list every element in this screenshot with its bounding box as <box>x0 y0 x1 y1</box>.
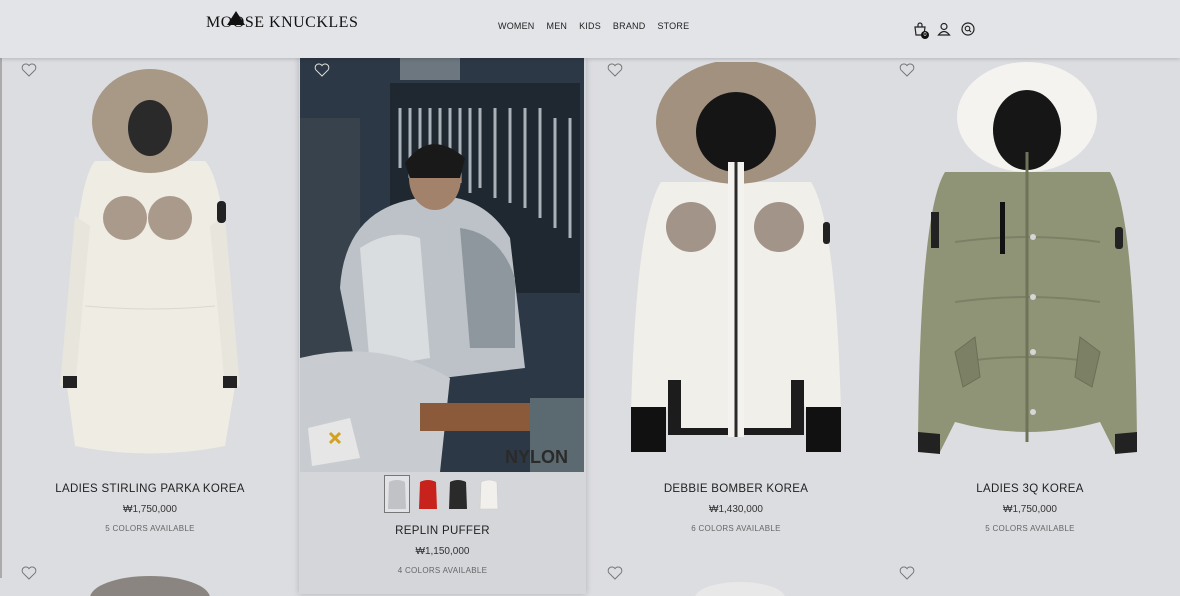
logo-mark-icon <box>227 11 245 25</box>
product-card-replin[interactable]: NYLON REPLIN PUFFER ₩1,150,000 4 COLORS … <box>299 58 586 594</box>
product-image-next-1[interactable] <box>85 566 215 596</box>
product-colors: 5 COLORS AVAILABLE <box>105 524 195 533</box>
nav-store[interactable]: STORE <box>657 21 689 31</box>
wishlist-heart-icon[interactable] <box>21 63 37 77</box>
product-colors: 5 COLORS AVAILABLE <box>985 524 1075 533</box>
user-icon[interactable] <box>937 22 951 36</box>
nav-kids[interactable]: KIDS <box>579 21 601 31</box>
product-title[interactable]: REPLIN PUFFER <box>299 525 586 537</box>
product-image-stirling[interactable] <box>55 66 245 458</box>
magazine-logo-text: NYLON <box>505 447 568 467</box>
cart-count-badge: 0 <box>921 31 929 39</box>
nav-brand[interactable]: BRAND <box>613 21 646 31</box>
header-icons: 0 <box>913 22 975 39</box>
product-title[interactable]: DEBBIE BOMBER KOREA <box>586 483 886 495</box>
product-lifestyle-image-replin[interactable]: NYLON <box>300 58 584 472</box>
product-title[interactable]: LADIES STIRLING PARKA KOREA <box>0 483 300 495</box>
site-header: MOOSE KNUCKLES WOMEN MEN KIDS BRAND STOR… <box>0 0 1180 58</box>
swatch-white[interactable] <box>477 476 501 512</box>
product-colors: 4 COLORS AVAILABLE <box>397 566 488 575</box>
brand-logo[interactable]: MOOSE KNUCKLES <box>206 11 358 32</box>
product-price: ₩1,750,000 <box>1003 504 1057 515</box>
nav-men[interactable]: MEN <box>547 21 568 31</box>
main-nav: WOMEN MEN KIDS BRAND STORE <box>498 21 689 31</box>
product-price: ₩1,150,000 <box>415 546 470 557</box>
product-price: ₩1,430,000 <box>709 504 763 515</box>
wishlist-heart-icon[interactable] <box>607 566 623 580</box>
product-colors: 6 COLORS AVAILABLE <box>691 524 781 533</box>
search-icon[interactable] <box>961 22 975 36</box>
product-title[interactable]: LADIES 3Q KOREA <box>880 483 1180 495</box>
wishlist-heart-icon[interactable] <box>899 566 915 580</box>
product-image-3q[interactable] <box>915 62 1140 460</box>
wishlist-heart-icon[interactable] <box>314 63 330 77</box>
swatch-black[interactable] <box>446 476 470 512</box>
wishlist-heart-icon[interactable] <box>899 63 915 77</box>
product-image-debbie[interactable] <box>626 62 846 460</box>
swatch-red[interactable] <box>416 476 440 512</box>
product-price: ₩1,750,000 <box>123 504 177 515</box>
cart-button[interactable]: 0 <box>913 22 929 39</box>
nav-women[interactable]: WOMEN <box>498 21 535 31</box>
swatch-silver[interactable] <box>384 475 410 513</box>
product-image-next-3[interactable] <box>690 578 790 596</box>
wishlist-heart-icon[interactable] <box>21 566 37 580</box>
page-edge <box>0 58 2 578</box>
wishlist-heart-icon[interactable] <box>607 63 623 77</box>
